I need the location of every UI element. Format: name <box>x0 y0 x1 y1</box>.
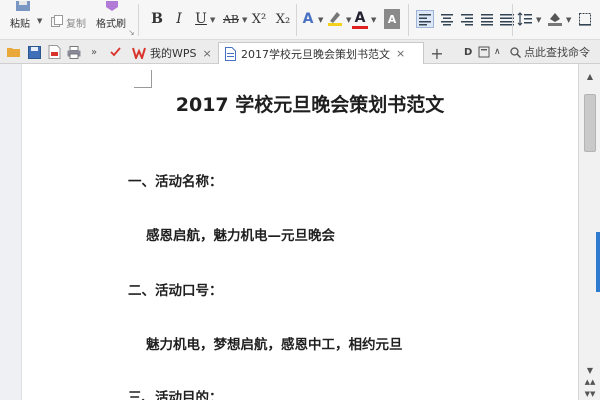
format-painter-label[interactable]: 格式刷 <box>96 15 126 30</box>
side-panel-tab[interactable] <box>596 232 600 292</box>
character-shading-button[interactable]: A <box>384 9 400 29</box>
ribbon-separator <box>138 4 139 36</box>
search-placeholder: 点此查找命令 <box>524 46 590 59</box>
paste-button[interactable] <box>8 0 38 12</box>
page-corner-mark <box>134 70 152 88</box>
customize-quick-access-icon[interactable] <box>108 44 124 60</box>
clipboard-group-launcher-icon[interactable]: ↘ <box>128 28 135 37</box>
export-pdf-icon[interactable] <box>46 44 62 60</box>
ribbon-separator <box>408 4 409 36</box>
line-spacing-icon[interactable] <box>516 10 534 28</box>
font-color-button[interactable]: A <box>352 9 368 29</box>
next-page-icon[interactable]: ▼▼ <box>584 388 596 400</box>
copy-icon[interactable] <box>50 14 64 28</box>
document-workspace[interactable]: 2017 学校元旦晚会策划书范文 一、活动名称： 感恩启航，魅力机电—元旦晚会 … <box>0 64 578 400</box>
document-title[interactable]: 2017 学校元旦晚会策划书范文 <box>22 90 578 117</box>
document-icon <box>225 46 237 61</box>
tab-label: 我的WPS <box>150 47 197 60</box>
ribbon-toolbar: 粘贴 ▼ 复制 格式刷 B I U ▼ AB ▼ X² X₂ A ▼ ▼ A ▼… <box>0 0 600 40</box>
wps-logo-icon <box>132 46 146 60</box>
ribbon-separator <box>296 4 297 36</box>
underline-dropdown-caret[interactable]: ▼ <box>210 16 215 24</box>
previous-page-icon[interactable]: ▲▲ <box>584 376 596 388</box>
scroll-down-arrow-icon[interactable]: ▼ <box>584 364 596 376</box>
align-left-button[interactable] <box>416 10 434 28</box>
format-painter-icon[interactable] <box>100 0 124 12</box>
section-heading[interactable]: 一、活动名称： <box>128 170 223 190</box>
underline-button[interactable]: U <box>194 9 208 29</box>
section-heading[interactable]: 三、活动目的： <box>128 386 223 400</box>
open-folder-icon[interactable] <box>6 44 22 60</box>
format-d-icon[interactable]: D <box>464 44 472 60</box>
font-color-dropdown-caret[interactable]: ▼ <box>371 16 376 24</box>
body-paragraph[interactable]: 魅力机电，梦想启航，感恩中工，相约元旦 <box>146 333 403 353</box>
text-effect-button[interactable]: A <box>300 9 316 29</box>
more-commands-icon[interactable]: » <box>86 44 102 60</box>
italic-button[interactable]: I <box>172 9 186 29</box>
left-margin-gutter <box>0 64 22 400</box>
strikethrough-dropdown-caret[interactable]: ▼ <box>242 16 247 24</box>
clipboard-icon <box>16 1 30 11</box>
ribbon-separator <box>512 4 513 36</box>
strikethrough-button[interactable]: AB <box>220 9 242 29</box>
collapse-ribbon-icon[interactable]: ∧ <box>494 44 501 60</box>
align-center-icon[interactable] <box>438 10 456 28</box>
justify-icon[interactable] <box>478 10 496 28</box>
tab-close-icon[interactable]: × <box>396 47 405 60</box>
highlight-icon[interactable] <box>326 9 344 27</box>
print-icon[interactable] <box>66 44 82 60</box>
paste-label: 粘贴 <box>10 19 30 30</box>
superscript-button[interactable]: X² <box>250 9 268 29</box>
tab-my-wps[interactable]: 我的WPS × <box>128 42 216 64</box>
shading-dropdown-caret[interactable]: ▼ <box>566 16 571 24</box>
new-tab-button[interactable]: + <box>430 42 444 64</box>
highlight-dropdown-caret[interactable]: ▼ <box>346 16 351 24</box>
document-tab-bar: » 我的WPS × 2017学校元旦晚会策划书范文 × + D ∧ 点此查找命令 <box>0 40 600 64</box>
document-page[interactable]: 2017 学校元旦晚会策划书范文 一、活动名称： 感恩启航，魅力机电—元旦晚会 … <box>22 64 578 400</box>
command-search[interactable]: 点此查找命令 <box>510 44 590 60</box>
line-spacing-dropdown-caret[interactable]: ▼ <box>536 16 541 24</box>
tab-active-document[interactable]: 2017学校元旦晚会策划书范文 × <box>218 42 424 64</box>
borders-icon[interactable] <box>576 10 594 28</box>
paste-dropdown-caret[interactable]: ▼ <box>37 17 42 25</box>
align-left-icon <box>419 14 431 26</box>
body-paragraph[interactable]: 感恩启航，魅力机电—元旦晚会 <box>146 224 335 244</box>
scroll-up-arrow-icon[interactable]: ▲ <box>584 70 596 82</box>
subscript-button[interactable]: X₂ <box>274 9 292 29</box>
bold-button[interactable]: B <box>150 9 164 29</box>
save-icon[interactable] <box>26 44 42 60</box>
section-heading[interactable]: 二、活动口号： <box>128 279 223 299</box>
shading-icon[interactable] <box>546 9 564 27</box>
scrollbar-thumb[interactable] <box>584 94 596 152</box>
tab-close-icon[interactable]: × <box>203 47 212 60</box>
copy-label[interactable]: 复制 <box>66 15 86 30</box>
distribute-icon[interactable] <box>498 10 516 28</box>
text-effect-dropdown-caret[interactable]: ▼ <box>318 16 323 24</box>
toolbar-icon[interactable] <box>478 44 490 60</box>
align-right-icon[interactable] <box>458 10 476 28</box>
search-icon <box>510 46 521 58</box>
tab-label: 2017学校元旦晚会策划书范文 <box>241 47 390 61</box>
